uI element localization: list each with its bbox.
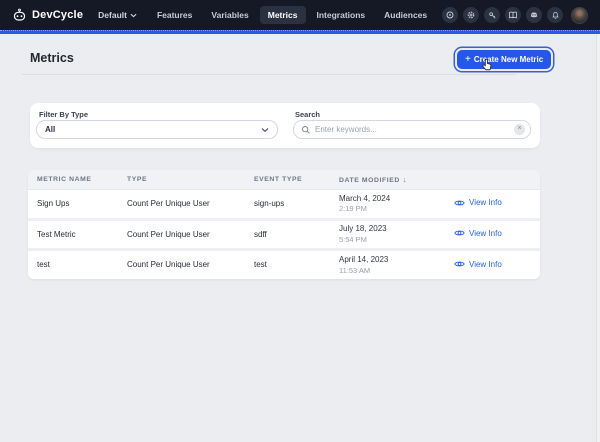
- column-type[interactable]: Type: [118, 170, 245, 189]
- target-icon[interactable]: [442, 7, 458, 23]
- search-input[interactable]: [315, 125, 510, 134]
- filter-type-select[interactable]: All: [36, 120, 278, 139]
- metric-type-cell: Count Per Unique User: [118, 189, 245, 219]
- search-box: ×: [293, 120, 531, 139]
- create-button-label: Create New Metric: [474, 55, 543, 64]
- scrollbar-track[interactable]: [596, 34, 600, 442]
- view-info-link[interactable]: View Info: [454, 229, 502, 238]
- metric-type-cell: Count Per Unique User: [118, 219, 245, 249]
- column-date-modified[interactable]: Date Modified↓: [330, 170, 445, 189]
- search-label: Search: [295, 110, 320, 119]
- bell-icon[interactable]: [547, 7, 563, 23]
- brand-name: DevCycle: [32, 9, 83, 21]
- metric-name-cell: Sign Ups: [28, 189, 118, 219]
- date-text: April 14, 2023: [339, 255, 445, 264]
- view-info-label: View Info: [469, 198, 502, 207]
- chevron-down-icon: [261, 127, 269, 133]
- event-type-cell: test: [245, 249, 330, 279]
- date-text: March 4, 2024: [339, 194, 445, 203]
- nav-item-integrations[interactable]: Integrations: [309, 6, 374, 24]
- view-info-link[interactable]: View Info: [454, 260, 502, 269]
- filter-by-type-label: Filter By Type: [39, 110, 88, 119]
- table-row: test Count Per Unique User test April 14…: [28, 249, 540, 279]
- navbar-actions: [442, 7, 588, 24]
- header-divider: [22, 74, 516, 75]
- actions-cell: View Info: [445, 249, 540, 279]
- togglebot-robot-icon: [12, 8, 27, 23]
- docs-book-icon[interactable]: [505, 7, 521, 23]
- user-avatar[interactable]: [571, 7, 588, 24]
- page-title: Metrics: [30, 51, 74, 65]
- actions-cell: View Info: [445, 219, 540, 249]
- discord-icon[interactable]: [526, 7, 542, 23]
- date-text: July 18, 2023: [339, 224, 445, 233]
- chevron-down-icon: [130, 10, 137, 20]
- actions-cell: View Info: [445, 189, 540, 219]
- clear-search-icon[interactable]: ×: [514, 124, 525, 135]
- plus-icon: +: [465, 55, 471, 65]
- eye-icon: [454, 229, 465, 237]
- view-info-label: View Info: [469, 260, 502, 269]
- search-icon: [301, 125, 311, 135]
- date-modified-cell: July 18, 2023 5:54 PM: [330, 219, 445, 249]
- time-text: 5:54 PM: [339, 235, 445, 244]
- date-modified-cell: April 14, 2023 11:53 AM: [330, 249, 445, 279]
- metrics-table-card: Metric Name Type Event Type Date Modifie…: [28, 170, 540, 279]
- sort-desc-icon: ↓: [403, 175, 407, 184]
- filter-selected-value: All: [45, 125, 55, 134]
- project-switcher[interactable]: Default: [98, 10, 137, 20]
- create-new-metric-button[interactable]: + Create New Metric: [457, 50, 551, 69]
- column-metric-name[interactable]: Metric Name: [28, 170, 118, 189]
- event-type-cell: sdff: [245, 219, 330, 249]
- table-header-row: Metric Name Type Event Type Date Modifie…: [28, 170, 540, 189]
- table-row: Sign Ups Count Per Unique User sign-ups …: [28, 189, 540, 219]
- project-name: Default: [98, 10, 127, 20]
- metrics-table: Metric Name Type Event Type Date Modifie…: [28, 170, 540, 279]
- eye-icon: [454, 260, 465, 268]
- view-info-label: View Info: [469, 229, 502, 238]
- devcycle-logo[interactable]: DevCycle: [12, 8, 83, 23]
- key-icon[interactable]: [484, 7, 500, 23]
- table-row: Test Metric Count Per Unique User sdff J…: [28, 219, 540, 249]
- table-body: Sign Ups Count Per Unique User sign-ups …: [28, 189, 540, 279]
- main-nav: Features Variables Metrics Integrations …: [149, 6, 435, 24]
- column-event-type[interactable]: Event Type: [245, 170, 330, 189]
- top-navbar: DevCycle Default Features Variables Metr…: [0, 0, 600, 30]
- nav-item-audiences[interactable]: Audiences: [376, 6, 435, 24]
- nav-item-variables[interactable]: Variables: [203, 6, 256, 24]
- date-modified-cell: March 4, 2024 2:19 PM: [330, 189, 445, 219]
- eye-icon: [454, 199, 465, 207]
- view-info-link[interactable]: View Info: [454, 198, 502, 207]
- gear-icon[interactable]: [463, 7, 479, 23]
- filter-card: Filter By Type All Search ×: [30, 103, 540, 148]
- nav-item-metrics[interactable]: Metrics: [260, 6, 306, 24]
- accent-progress-bar: [0, 30, 600, 34]
- metric-name-cell: Test Metric: [28, 219, 118, 249]
- date-modified-label: Date Modified: [339, 177, 400, 184]
- nav-item-features[interactable]: Features: [149, 6, 200, 24]
- time-text: 11:53 AM: [339, 266, 445, 275]
- time-text: 2:19 PM: [339, 204, 445, 213]
- metric-name-cell: test: [28, 249, 118, 279]
- column-actions: [445, 170, 540, 189]
- event-type-cell: sign-ups: [245, 189, 330, 219]
- metric-type-cell: Count Per Unique User: [118, 249, 245, 279]
